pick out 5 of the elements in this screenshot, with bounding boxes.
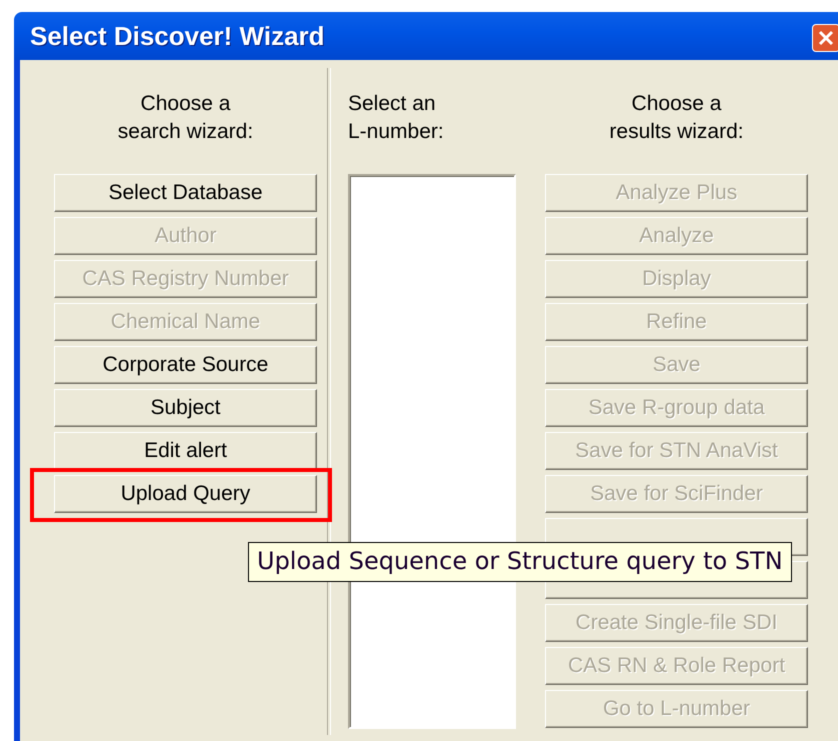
tooltip: Upload Sequence or Structure query to STN — [248, 542, 792, 582]
column-heading: Select an L-number: — [348, 91, 445, 145]
column-heading: Choose a results wizard: — [608, 91, 745, 145]
window-title: Select Discover! Wizard — [30, 20, 325, 52]
column-heading: Choose a search wizard: — [116, 91, 254, 145]
